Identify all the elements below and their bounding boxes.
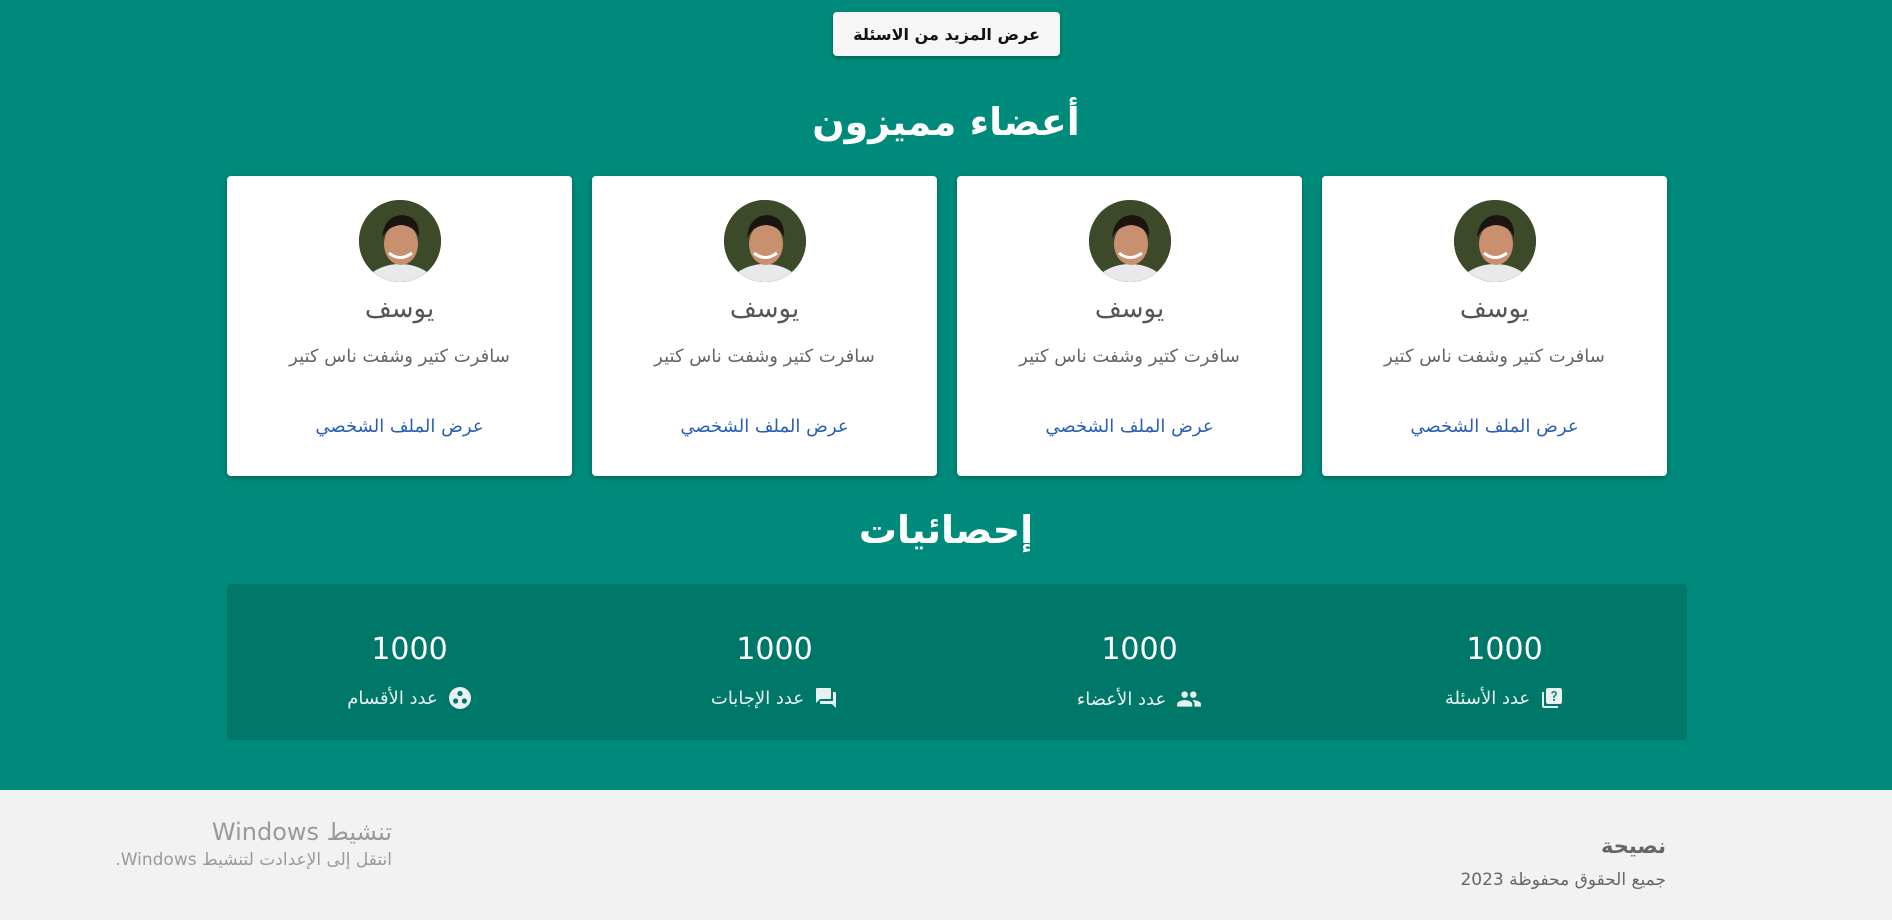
workspaces-icon — [448, 686, 472, 710]
people-icon — [1176, 686, 1202, 712]
stat-label: عدد الأسئلة — [1444, 687, 1531, 709]
avatar — [1089, 200, 1171, 282]
chat-bubbles-icon — [814, 686, 838, 710]
avatar — [359, 200, 441, 282]
member-bio: سافرت كتير وشفت ناس كتير — [1384, 346, 1605, 367]
member-name: يوسف — [729, 294, 800, 324]
avatar — [724, 200, 806, 282]
stat-members: 1000 عدد الأعضاء — [957, 584, 1322, 740]
view-profile-link[interactable]: عرض الملف الشخصي — [227, 416, 572, 437]
member-bio: سافرت كتير وشفت ناس كتير — [654, 346, 875, 367]
member-name: يوسف — [1459, 294, 1530, 324]
stat-questions: 1000 عدد الأسئلة — [1322, 584, 1687, 740]
stat-label: عدد الإجابات — [710, 687, 805, 709]
question-book-icon — [1540, 686, 1564, 710]
member-name: يوسف — [364, 294, 435, 324]
stats-title: إحصائيات — [858, 508, 1034, 552]
view-profile-link[interactable]: عرض الملف الشخصي — [592, 416, 937, 437]
stat-value: 1000 — [371, 632, 448, 667]
member-name: يوسف — [1094, 294, 1165, 324]
stat-value: 1000 — [1101, 632, 1178, 667]
page: عرض المزيد من الاسئلة أعضاء مميزون يوسف … — [0, 0, 1892, 920]
featured-members-title: أعضاء مميزون — [812, 100, 1080, 144]
member-card: يوسف سافرت كتير وشفت ناس كتير عرض الملف … — [1322, 176, 1667, 476]
footer-brand: نصيحة — [1600, 834, 1666, 858]
view-profile-link[interactable]: عرض الملف الشخصي — [1322, 416, 1667, 437]
member-bio: سافرت كتير وشفت ناس كتير — [1019, 346, 1240, 367]
member-card: يوسف سافرت كتير وشفت ناس كتير عرض الملف … — [592, 176, 937, 476]
stat-answers: 1000 عدد الإجابات — [592, 584, 957, 740]
footer-copyright: جميع الحقوق محفوظة 2023 — [1460, 870, 1666, 890]
watermark-title: تنشيط Windows — [211, 818, 392, 846]
stats-panel: 1000 عدد الأسئلة 1000 عدد الأعضاء 1000 ع… — [227, 584, 1687, 740]
more-questions-button[interactable]: عرض المزيد من الاسئلة — [833, 12, 1060, 56]
watermark-subtitle: انتقل إلى الإعدادت لتنشيط Windows. — [115, 850, 392, 870]
stat-value: 1000 — [736, 632, 813, 667]
stat-value: 1000 — [1466, 632, 1543, 667]
member-card: يوسف سافرت كتير وشفت ناس كتير عرض الملف … — [227, 176, 572, 476]
stat-sections: 1000 عدد الأقسام — [227, 584, 592, 740]
stat-label: عدد الأعضاء — [1076, 688, 1167, 710]
view-profile-link[interactable]: عرض الملف الشخصي — [957, 416, 1302, 437]
avatar — [1454, 200, 1536, 282]
windows-activation-watermark: تنشيط Windows انتقل إلى الإعدادت لتنشيط … — [92, 818, 392, 870]
stat-label: عدد الأقسام — [347, 687, 438, 709]
member-bio: سافرت كتير وشفت ناس كتير — [289, 346, 510, 367]
member-card: يوسف سافرت كتير وشفت ناس كتير عرض الملف … — [957, 176, 1302, 476]
